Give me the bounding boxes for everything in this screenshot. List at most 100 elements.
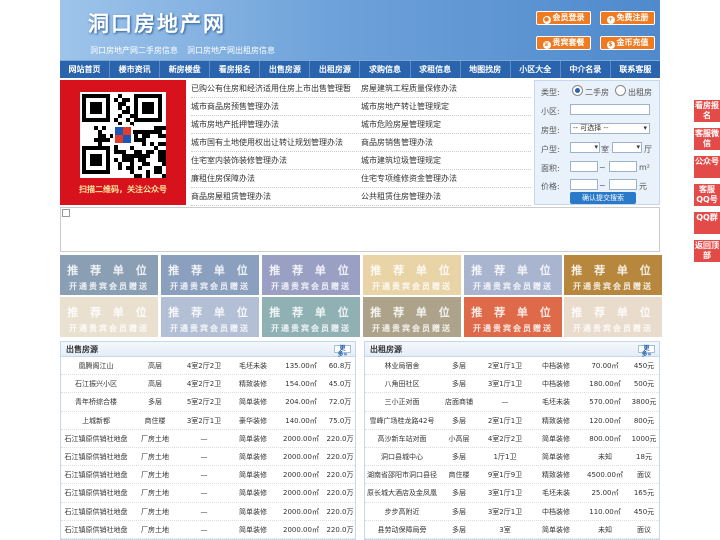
policy-link[interactable]: 已购公有住房和经济适用住房上市出售管理暂 <box>191 80 361 97</box>
nav-contact[interactable]: 联系客服 <box>611 61 660 78</box>
ad-line2: 开通贵宾会员赠送 <box>271 282 351 291</box>
user-icon: ● <box>542 16 551 24</box>
radio-rent[interactable] <box>615 85 626 96</box>
nav-home[interactable]: 网站首页 <box>60 61 111 78</box>
recommended-unit-slot[interactable]: 推 荐 单 位开通贵宾会员赠送 <box>262 297 360 337</box>
policy-link[interactable]: 房屋建筑工程质量保修办法 <box>361 80 531 97</box>
register-button[interactable]: + 免费注册 <box>600 11 655 25</box>
nav-news[interactable]: 楼市资讯 <box>110 61 161 78</box>
search-submit-button[interactable]: 确认提交搜索 <box>570 192 636 204</box>
recommended-unit-slot[interactable]: 推 荐 单 位开通贵宾会员赠送 <box>60 297 158 337</box>
listing-row[interactable]: 原长城大酒店及金凤凰 多层 3室1厅1卫 毛坯未装 25.00㎡ 165元 <box>365 484 659 503</box>
side-viewing-signup[interactable]: 看房报名 <box>694 100 720 122</box>
side-official-account[interactable]: 公众号 <box>694 156 720 178</box>
nav-sale[interactable]: 出售房源 <box>260 61 311 78</box>
listing-cell: 简单装修 <box>239 525 267 534</box>
policy-link[interactable]: 城市危险房屋管理规定 <box>361 116 531 133</box>
listing-row[interactable]: 石江镇原供销社地盘 厂房土地 — 简单装修 2000.00㎡ 220.0万 <box>61 484 355 503</box>
ad-line1: 推 荐 单 位 <box>571 264 655 277</box>
recommended-unit-slot[interactable]: 推 荐 单 位开通贵宾会员赠送 <box>161 255 259 295</box>
header-sub-link-sale[interactable]: 洞口房地产网二手房信息 <box>90 45 178 56</box>
nav-communities[interactable]: 小区大全 <box>511 61 561 78</box>
listing-row[interactable]: 石江镇原供销社地盘 厂房土地 — 简单装修 2000.00㎡ 220.0万 <box>61 521 355 539</box>
recommended-unit-slot[interactable]: 推 荐 单 位开通贵宾会员赠送 <box>262 255 360 295</box>
rent-more-button[interactable]: 更多» <box>638 345 655 358</box>
listing-row[interactable]: 雪峰广场桂龙路42号 多层 2室1厅1卫 精致装修 120.00㎡ 800元 <box>365 412 659 430</box>
policy-link[interactable]: 城市建筑垃圾管理规定 <box>361 152 531 169</box>
listing-row[interactable]: 湖南省邵阳市洞口县径 商住楼 9室1厅9卫 精致装修 4500.00㎡ 面议 <box>365 466 659 485</box>
hall-count-select[interactable]: ▾ <box>612 142 642 153</box>
policy-link[interactable]: 住宅专项维修资金管理办法 <box>361 170 531 187</box>
policy-links: 已购公有住房和经济适用住房上市出售管理暂 房屋建筑工程质量保修办法 城市商品房预售… <box>191 80 531 206</box>
sale-more-button[interactable]: 更多» <box>334 345 351 358</box>
site-logo[interactable]: 洞口房地产网 <box>88 8 226 38</box>
listing-row[interactable]: 凰腾阁江山 高层 4室2厅2卫 毛坯未装 135.00㎡ 60.8万 <box>61 357 355 376</box>
fangxing-select[interactable]: -- 可选择 -- ▾ <box>570 123 650 134</box>
recommended-unit-slot[interactable]: 推 荐 单 位开通贵宾会员赠送 <box>363 297 461 337</box>
listing-cell: — <box>200 434 208 443</box>
listing-row[interactable]: 步步高附近 多层 3室2厅1卫 中档装修 110.00㎡ 450元 <box>365 503 659 521</box>
listing-row[interactable]: 林业局宿舍 多层 2室1厅1卫 中档装修 70.00㎡ 450元 <box>365 357 659 376</box>
listing-cell: 厂房土地 <box>141 489 169 498</box>
policy-link[interactable]: 城市国有土地使用权出让转让规划管理办法 <box>191 134 361 151</box>
radio-second-hand[interactable] <box>572 85 583 96</box>
nav-rent[interactable]: 出租房源 <box>310 61 361 78</box>
recharge-label: 金币充值 <box>616 38 649 47</box>
listing-row[interactable]: 高沙新车站对面 小高层 4室2厅2卫 简单装修 800.00㎡ 1000元 <box>365 430 659 448</box>
listing-row[interactable]: 石江镇原供销社地盘 厂房土地 — 简单装修 2000.00㎡ 220.0万 <box>61 503 355 521</box>
area-min-input[interactable] <box>570 161 598 172</box>
ad-line1: 推 荐 单 位 <box>370 306 454 319</box>
mianji-label: 面积: <box>541 164 560 173</box>
policy-link[interactable]: 廉租住房保障办法 <box>191 170 361 187</box>
side-back-to-top[interactable]: 返回顶部 <box>694 240 720 262</box>
area-max-input[interactable] <box>609 161 637 172</box>
listing-row[interactable]: 石江镇原供销社地盘 厂房土地 — 简单装修 2000.00㎡ 220.0万 <box>61 430 355 448</box>
recharge-button[interactable]: $ 金币充值 <box>600 36 655 50</box>
policy-link[interactable]: 城市商品房预售管理办法 <box>191 98 361 115</box>
listing-row[interactable]: 三小正对面 店面商铺 — 毛坯未装 570.00㎡ 3800元 <box>365 393 659 412</box>
listing-row[interactable]: 石江镇原供销社地盘 厂房土地 — 简单装修 2000.00㎡ 220.0万 <box>61 448 355 467</box>
price-max-input[interactable] <box>609 179 637 190</box>
listing-row[interactable]: 上城新都 商住楼 3室2厅1卫 豪华装修 140.00㎡ 75.0万 <box>61 412 355 430</box>
recommended-unit-slot[interactable]: 推 荐 单 位开通贵宾会员赠送 <box>60 255 158 295</box>
policy-link[interactable]: 公共租赁住房管理办法 <box>361 188 531 205</box>
header-sub-link-rent[interactable]: 洞口房地产网出租房信息 <box>187 45 275 56</box>
nav-viewing-signup[interactable]: 看房报名 <box>210 61 261 78</box>
listing-row[interactable]: 石江振兴小区 高层 4室2厅2卫 精致装修 154.00㎡ 45.0万 <box>61 375 355 394</box>
nav-map[interactable]: 地图找房 <box>461 61 511 78</box>
price-min-input[interactable] <box>570 179 598 190</box>
recommended-unit-slot[interactable]: 推 荐 单 位开通贵宾会员赠送 <box>464 255 562 295</box>
nav-wanted-rent[interactable]: 求租信息 <box>411 61 461 78</box>
recommended-unit-slot[interactable]: 推 荐 单 位开通贵宾会员赠送 <box>363 255 461 295</box>
listing-cell: 800.00㎡ <box>589 434 621 443</box>
listing-row[interactable]: 八角田社区 多层 3室1厅1卫 中档装修 180.00㎡ 500元 <box>365 375 659 394</box>
recommended-unit-slot[interactable]: 推 荐 单 位开通贵宾会员赠送 <box>161 297 259 337</box>
recommended-unit-slot[interactable]: 推 荐 单 位开通贵宾会员赠送 <box>564 297 662 337</box>
recommended-unit-slot[interactable]: 推 荐 单 位开通贵宾会员赠送 <box>464 297 562 337</box>
room-unit: 室 <box>601 145 609 154</box>
login-button[interactable]: ● 会员登录 <box>536 11 591 25</box>
side-qq-group[interactable]: QQ群 <box>694 212 720 234</box>
ad-line2: 开通贵宾会员赠送 <box>372 282 452 291</box>
listing-row[interactable]: 石江镇原供销社地盘 厂房土地 — 简单装修 2000.00㎡ 220.0万 <box>61 466 355 485</box>
listing-row[interactable]: 青年桥综合楼 多层 5室2厅2卫 简单装修 204.00㎡ 72.0万 <box>61 393 355 412</box>
nav-new-homes[interactable]: 新房楼盘 <box>160 61 211 78</box>
listing-row[interactable]: 县劳动保障局旁 多层 3室 简单装修 未知 面议 <box>365 521 659 539</box>
room-count-select[interactable]: ▾ <box>570 142 600 153</box>
policy-link[interactable]: 商品房屋租赁管理办法 <box>191 188 361 205</box>
listing-cell: 高沙新车站对面 <box>377 434 427 443</box>
ad-banner[interactable] <box>60 207 660 252</box>
nav-agents[interactable]: 中介名录 <box>561 61 611 78</box>
policy-link[interactable]: 住宅室内装饰装修管理办法 <box>191 152 361 169</box>
xiaoqu-input[interactable] <box>570 104 650 115</box>
policy-link[interactable]: 城市房地产抵押管理办法 <box>191 116 361 133</box>
listing-cell: 中档装修 <box>542 380 570 389</box>
listing-row[interactable]: 洞口县城中心 多层 1厅1卫 简单装修 未知 18元 <box>365 448 659 467</box>
side-qq[interactable]: 客服QQ号 <box>694 184 720 206</box>
policy-link[interactable]: 城市房地产转让管理规定 <box>361 98 531 115</box>
policy-link[interactable]: 商品房销售管理办法 <box>361 134 531 151</box>
side-wechat[interactable]: 客服微信 <box>694 128 720 150</box>
recommended-unit-slot[interactable]: 推 荐 单 位开通贵宾会员赠送 <box>564 255 662 295</box>
vip-package-button[interactable]: ♛ 贵宾套餐 <box>536 36 591 50</box>
nav-wanted-buy[interactable]: 求购信息 <box>360 61 411 78</box>
